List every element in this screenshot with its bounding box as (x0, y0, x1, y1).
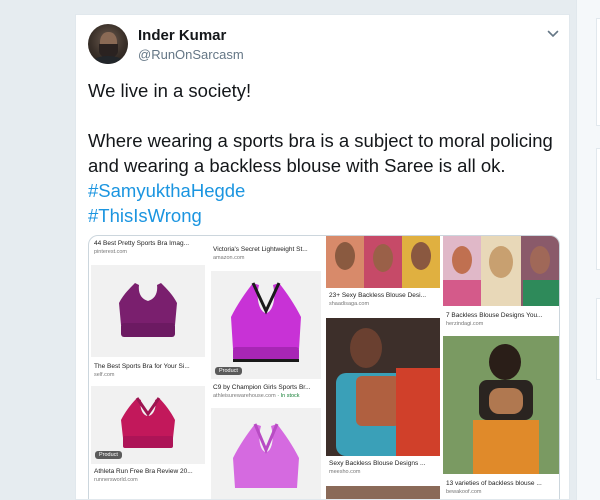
stock-status: · In stock (277, 393, 300, 399)
result-source: bewakoof.com (446, 489, 482, 495)
tweet-line: We live in a society! (88, 80, 252, 101)
hashtag-link[interactable]: #ThisIsWrong (88, 205, 202, 226)
result-source: athleisurewarehouse.com (213, 393, 276, 399)
result-title: Victoria's Secret Lightweight St... (213, 246, 308, 253)
product-image (211, 271, 321, 379)
sports-bra-image (119, 283, 177, 337)
saree-photo (326, 318, 440, 456)
product-image (211, 408, 321, 499)
tweet-body: Where wearing a sports bra is a subject … (88, 130, 553, 176)
saree-photo (443, 236, 559, 306)
saree-photo (326, 236, 440, 288)
result-title: Athleta Run Free Bra Review 20... (94, 468, 193, 475)
image-column: 23+ Sexy Backless Blouse Desi... shaadis… (326, 236, 440, 499)
result-title: 7 Backless Blouse Designs You... (446, 312, 543, 319)
result-source: self.com (94, 372, 115, 378)
result-source: pinterest.com (94, 249, 128, 255)
result-title: The Best Sports Bra for Your Si... (94, 363, 190, 370)
saree-photo (326, 486, 440, 499)
sports-bra-image (231, 282, 301, 362)
result-title: Sexy Backless Blouse Designs ... (329, 460, 426, 467)
result-source: runnersworld.com (94, 477, 138, 483)
product-image (91, 265, 205, 357)
sidebar-card (596, 148, 600, 270)
hashtag-link[interactable]: #SamyukthaHegde (88, 180, 245, 201)
image-column: Victoria's Secret Lightweight St... amaz… (209, 236, 323, 499)
result-title: 13 varieties of backless blouse ... (446, 480, 542, 487)
sports-bra-image (233, 423, 299, 488)
tweet-image[interactable]: 44 Best Pretty Sports Bra Imag... pinter… (88, 235, 560, 499)
result-source: shaadisaga.com (329, 301, 370, 307)
saree-photo (443, 336, 559, 474)
product-badge: Product (95, 451, 122, 459)
tweet-card[interactable]: Inder Kumar @RunOnSarcasm We live in a s… (75, 14, 570, 500)
product-badge: Product (215, 367, 242, 375)
result-title: 44 Best Pretty Sports Bra Imag... (94, 240, 190, 247)
user-handle[interactable]: @RunOnSarcasm (138, 47, 244, 62)
avatar[interactable] (88, 24, 128, 64)
result-source: meesho.com (329, 469, 361, 475)
result-title: 23+ Sexy Backless Blouse Desi... (329, 292, 427, 299)
display-name[interactable]: Inder Kumar (138, 27, 226, 44)
sidebar-card (596, 298, 600, 380)
chevron-down-icon[interactable] (546, 27, 560, 41)
result-title: C9 by Champion Girls Sports Br... (213, 384, 311, 391)
result-source: amazon.com (213, 255, 245, 261)
image-column: 44 Best Pretty Sports Bra Imag... pinter… (89, 236, 207, 499)
result-source: herzindagi.com (446, 321, 484, 327)
image-column: 7 Backless Blouse Designs You... herzind… (443, 236, 559, 499)
tweet-text: We live in a society! Where wearing a sp… (88, 78, 558, 228)
sidebar-card (596, 18, 600, 126)
